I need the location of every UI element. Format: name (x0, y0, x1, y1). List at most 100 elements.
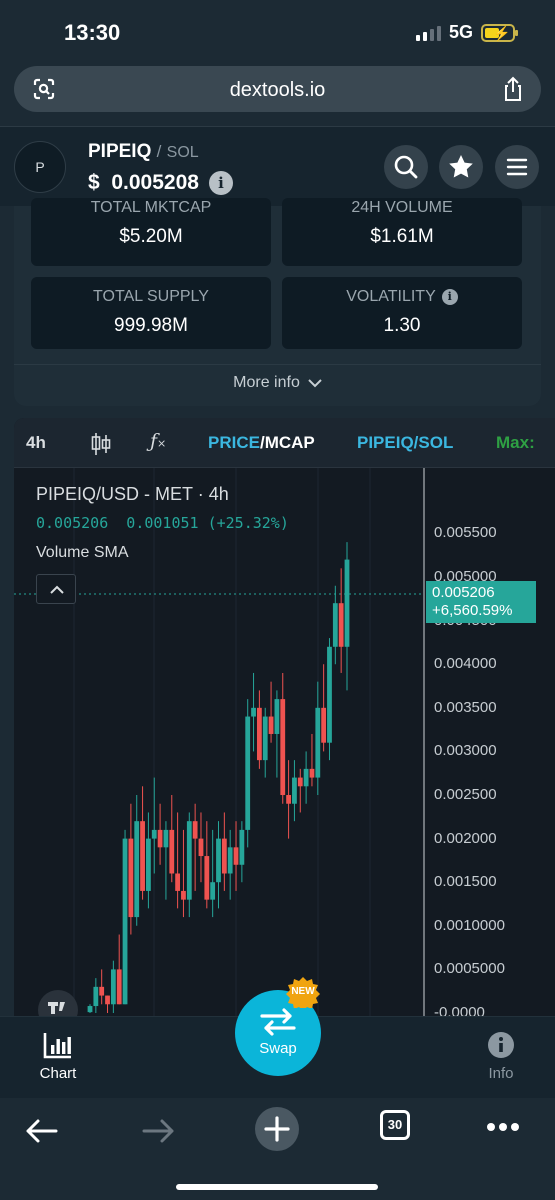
more-options-icon[interactable] (486, 1122, 520, 1132)
chevron-down-icon (308, 379, 322, 388)
status-bar: 13:30 5G ⚡ (0, 0, 555, 64)
candle (128, 803, 134, 935)
candle (93, 978, 99, 1013)
candle (105, 995, 110, 1013)
stat-total-supply: TOTAL SUPPLY 999.98M (31, 277, 271, 349)
candle (146, 812, 151, 909)
candle (221, 812, 227, 891)
candle-body (99, 986, 105, 996)
nav-info[interactable]: Info (461, 1031, 541, 1082)
candle-body (163, 829, 169, 848)
y-tick-label: 0.0010000 (434, 916, 505, 934)
candle-body (321, 707, 327, 743)
more-info-button[interactable]: More info (14, 374, 541, 392)
candle (251, 672, 256, 752)
search-button[interactable] (384, 145, 428, 189)
candle-body (175, 873, 181, 891)
candle-body (210, 882, 216, 900)
candle-body (303, 768, 309, 787)
candle (186, 812, 192, 918)
candle (181, 829, 186, 918)
network-type: 5G (448, 22, 473, 42)
candle-body (332, 603, 338, 647)
pair-toggle[interactable]: PIPEIQ/SOL (357, 433, 453, 453)
divider (14, 364, 541, 365)
candle (256, 690, 262, 769)
candle-body (239, 829, 245, 865)
token-stats-panel: TOTAL MKTCAP $5.20M 24H VOLUME $1.61M TO… (14, 198, 541, 406)
stat-value: 999.98M (114, 315, 188, 336)
new-badge: NEW (285, 976, 321, 1011)
info-icon[interactable]: i (208, 171, 233, 195)
candle-body (146, 838, 151, 891)
candle-body (292, 777, 297, 804)
price-mcap-toggle[interactable]: PRICE/MCAP (208, 433, 315, 453)
candle-body (256, 707, 262, 761)
indicators-icon[interactable]: ƒ× (150, 430, 166, 452)
star-icon (449, 155, 473, 178)
quote-token: SOL (166, 144, 199, 161)
more-info-label: More info (233, 374, 300, 391)
interval-selector[interactable]: 4h (26, 433, 46, 453)
candle (163, 821, 169, 900)
candle (210, 829, 216, 918)
candle-body (140, 821, 145, 891)
candle (198, 812, 204, 883)
candle (327, 638, 332, 761)
volatility-info-icon[interactable]: i (441, 289, 458, 305)
candle-body (251, 707, 256, 717)
candle (303, 751, 309, 804)
collapse-legend-button[interactable] (36, 574, 76, 604)
hamburger-icon (506, 158, 528, 176)
share-icon[interactable] (501, 76, 525, 102)
candle (309, 733, 315, 787)
new-tab-icon[interactable] (254, 1106, 300, 1152)
chart-panel: 4h ƒ× PRICE/MCAP PIPEIQ/SOL Max: PIPEIQ/… (14, 418, 555, 1018)
y-tick-label: 0.002000 (434, 829, 497, 847)
stat-value: $5.20M (119, 226, 183, 247)
url-bar[interactable]: dextools.io (14, 66, 541, 112)
nav-chart[interactable]: Chart (18, 1031, 98, 1082)
candle (122, 829, 128, 1005)
menu-button[interactable] (495, 145, 539, 189)
swap-arrows-icon (260, 1008, 296, 1036)
candle (233, 821, 239, 891)
token-header: P PIPEIQ / SOL $ 0.005208 i (0, 126, 555, 206)
battery-icon: ⚡ (481, 23, 518, 42)
candle-body (344, 559, 350, 647)
candle (297, 768, 303, 813)
ohlc-readout: 0.005206 0.001051 (+25.32%) (36, 514, 289, 532)
candle (204, 821, 210, 909)
tab-switcher-button[interactable]: 30 (380, 1110, 410, 1140)
stat-24h-volume: 24H VOLUME $1.61M (282, 198, 522, 266)
status-time: 13:30 (64, 20, 121, 45)
max-label[interactable]: Max: (496, 433, 535, 453)
y-tick-label: 0.004000 (434, 655, 497, 673)
candle (292, 760, 297, 822)
y-tick-label: 0.005500 (434, 524, 497, 542)
back-arrow-icon[interactable] (24, 1118, 58, 1144)
search-icon (394, 155, 418, 179)
candle-body (134, 821, 140, 918)
favorite-button[interactable] (439, 145, 483, 189)
candle (140, 786, 145, 900)
candles-type-icon[interactable] (90, 432, 112, 456)
last-price: 0.005206 (432, 584, 495, 601)
candle-body (245, 716, 251, 830)
candle (151, 777, 157, 874)
candle-body (274, 699, 280, 734)
candle-body (309, 768, 315, 778)
forward-arrow-icon[interactable] (142, 1118, 176, 1144)
candle (268, 681, 274, 743)
candle (280, 672, 286, 804)
swap-label: Swap (259, 1040, 297, 1057)
stat-label: TOTAL SUPPLY (93, 288, 209, 305)
candle-body (262, 716, 268, 761)
candle-body (268, 716, 274, 734)
chevron-up-icon (50, 585, 64, 594)
candle-body (192, 821, 198, 839)
candle (262, 707, 268, 778)
stat-value: 1.30 (383, 315, 421, 336)
chart-plot-area[interactable]: PIPEIQ/USD - MET · 4h 0.005206 0.001051 … (14, 468, 555, 1018)
candle (332, 585, 338, 665)
